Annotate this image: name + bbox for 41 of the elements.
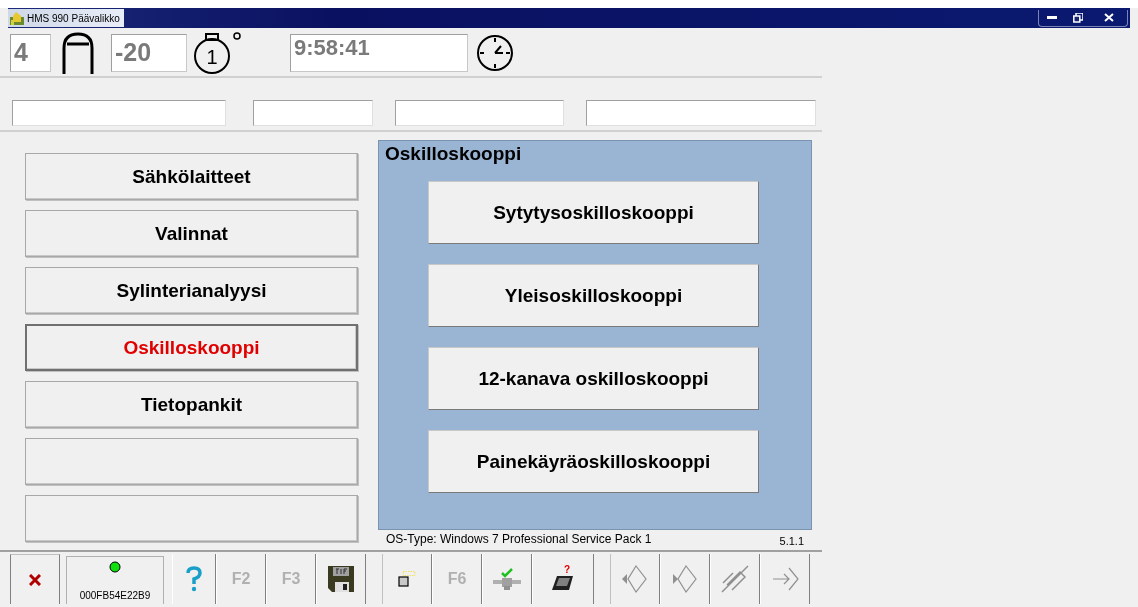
oscilloscope-button[interactable]: Sytytysoskilloskooppi bbox=[428, 181, 759, 244]
close-icon bbox=[29, 573, 41, 586]
menu-button[interactable]: Sähkölaitteet bbox=[25, 153, 358, 200]
temperature-readout: -20 bbox=[111, 34, 187, 72]
toolbar-button[interactable] bbox=[10, 554, 60, 604]
close-icon bbox=[1104, 13, 1114, 22]
diagonal-stripes-icon bbox=[721, 565, 749, 593]
input-field[interactable] bbox=[395, 100, 564, 126]
cylinder-readout: 4 bbox=[10, 34, 51, 72]
enter-icon bbox=[771, 565, 799, 593]
menu-button[interactable]: Oskilloskooppi bbox=[25, 324, 358, 371]
toolbar-button[interactable]: ? bbox=[532, 554, 594, 604]
input-field[interactable] bbox=[253, 100, 373, 126]
right-diamond-icon bbox=[672, 565, 698, 593]
minimize-icon bbox=[1047, 15, 1057, 20]
input-field[interactable] bbox=[12, 100, 226, 126]
device-id-button[interactable]: 000FB54E22B9 bbox=[66, 556, 164, 604]
network-check-icon bbox=[493, 567, 521, 591]
oscilloscope-button[interactable]: Painekäyräoskilloskooppi bbox=[428, 430, 759, 493]
version-text: 5.1.1 bbox=[779, 534, 804, 548]
panel-title: Oskilloskooppi bbox=[384, 142, 523, 166]
menu-button[interactable] bbox=[25, 495, 358, 542]
menu-button[interactable]: Valinnat bbox=[25, 210, 358, 257]
clock-icon bbox=[476, 34, 514, 72]
square-icon bbox=[398, 571, 416, 587]
os-type-text: OS-Type: Windows 7 Professional Service Pack 1 bbox=[386, 532, 652, 548]
help-icon bbox=[186, 566, 202, 592]
cylinder-icon bbox=[62, 32, 94, 74]
left-diamond-icon bbox=[622, 565, 648, 593]
app-icon bbox=[10, 11, 24, 25]
restore-icon bbox=[1073, 12, 1083, 23]
oscilloscope-button[interactable]: 12-kanava oskilloskooppi bbox=[428, 347, 759, 410]
menu-button[interactable] bbox=[25, 438, 358, 485]
menu-button[interactable]: Tietopankit bbox=[25, 381, 358, 428]
time-readout: 9:58:41 bbox=[290, 34, 468, 72]
window-title: HMS 990 Päävalikko bbox=[27, 12, 120, 24]
toolbar-button[interactable] bbox=[382, 554, 432, 604]
toolbar-button[interactable] bbox=[316, 554, 366, 604]
oscilloscope-button[interactable]: Yleisoskilloskooppi bbox=[428, 264, 759, 327]
menu-button[interactable]: Sylinterianalyysi bbox=[25, 267, 358, 314]
input-field[interactable] bbox=[586, 100, 816, 126]
